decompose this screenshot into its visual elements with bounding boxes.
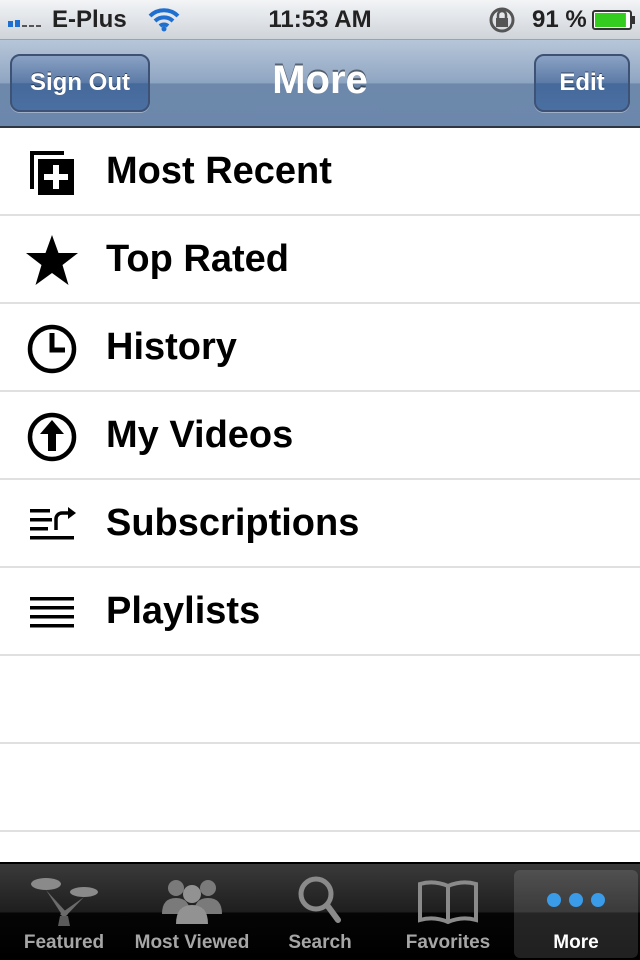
menu-item-label: My Videos	[106, 414, 294, 456]
tab-most-viewed[interactable]: Most Viewed	[130, 870, 254, 958]
tab-search[interactable]: Search	[258, 870, 382, 958]
most-viewed-icon	[162, 880, 222, 924]
menu-item-label: Playlists	[106, 590, 261, 632]
tab-label: Favorites	[405, 932, 491, 953]
menu-item-label: Top Rated	[106, 238, 289, 280]
edit-button[interactable]: Edit	[534, 54, 630, 112]
subscriptions-icon	[30, 507, 76, 540]
tab-bar: Featured Most Viewed Search Favorites Mo…	[0, 862, 640, 960]
most-recent-icon	[30, 151, 74, 195]
favorites-icon	[418, 880, 478, 925]
tab-label: Featured	[23, 932, 105, 953]
menu-item-label: Most Recent	[106, 150, 332, 192]
search-icon	[298, 876, 341, 923]
rotation-lock-icon	[489, 7, 515, 33]
navigation-bar: Sign Out More Edit	[0, 40, 640, 128]
more-menu-list: Most Recent Top Rated History My Videos …	[0, 128, 640, 832]
menu-item-playlists[interactable]: Playlists	[0, 568, 640, 656]
playlists-icon	[30, 597, 74, 628]
tab-label: Most Viewed	[134, 932, 250, 953]
empty-row	[0, 744, 640, 832]
battery-icon	[592, 10, 635, 30]
menu-item-top-rated[interactable]: Top Rated	[0, 216, 640, 304]
menu-item-subscriptions[interactable]: Subscriptions	[0, 480, 640, 568]
empty-row	[0, 656, 640, 744]
featured-icon	[31, 878, 98, 926]
upload-icon	[27, 412, 77, 462]
clock-icon	[27, 324, 77, 374]
menu-item-most-recent[interactable]: Most Recent	[0, 128, 640, 216]
battery-percent: 91 %	[532, 6, 587, 33]
tab-label: More	[553, 932, 599, 953]
menu-item-label: Subscriptions	[106, 502, 360, 544]
menu-item-my-videos[interactable]: My Videos	[0, 392, 640, 480]
tab-favorites[interactable]: Favorites	[386, 870, 510, 958]
menu-item-label: History	[106, 326, 237, 368]
tab-more[interactable]: More	[514, 870, 638, 958]
more-icon	[547, 893, 605, 907]
menu-item-history[interactable]: History	[0, 304, 640, 392]
tab-label: Search	[288, 932, 352, 953]
star-icon	[26, 235, 78, 285]
status-bar: E-Plus 11:53 AM 91 %	[0, 0, 640, 40]
battery-level-fill	[595, 13, 626, 27]
tab-featured[interactable]: Featured	[2, 870, 126, 958]
